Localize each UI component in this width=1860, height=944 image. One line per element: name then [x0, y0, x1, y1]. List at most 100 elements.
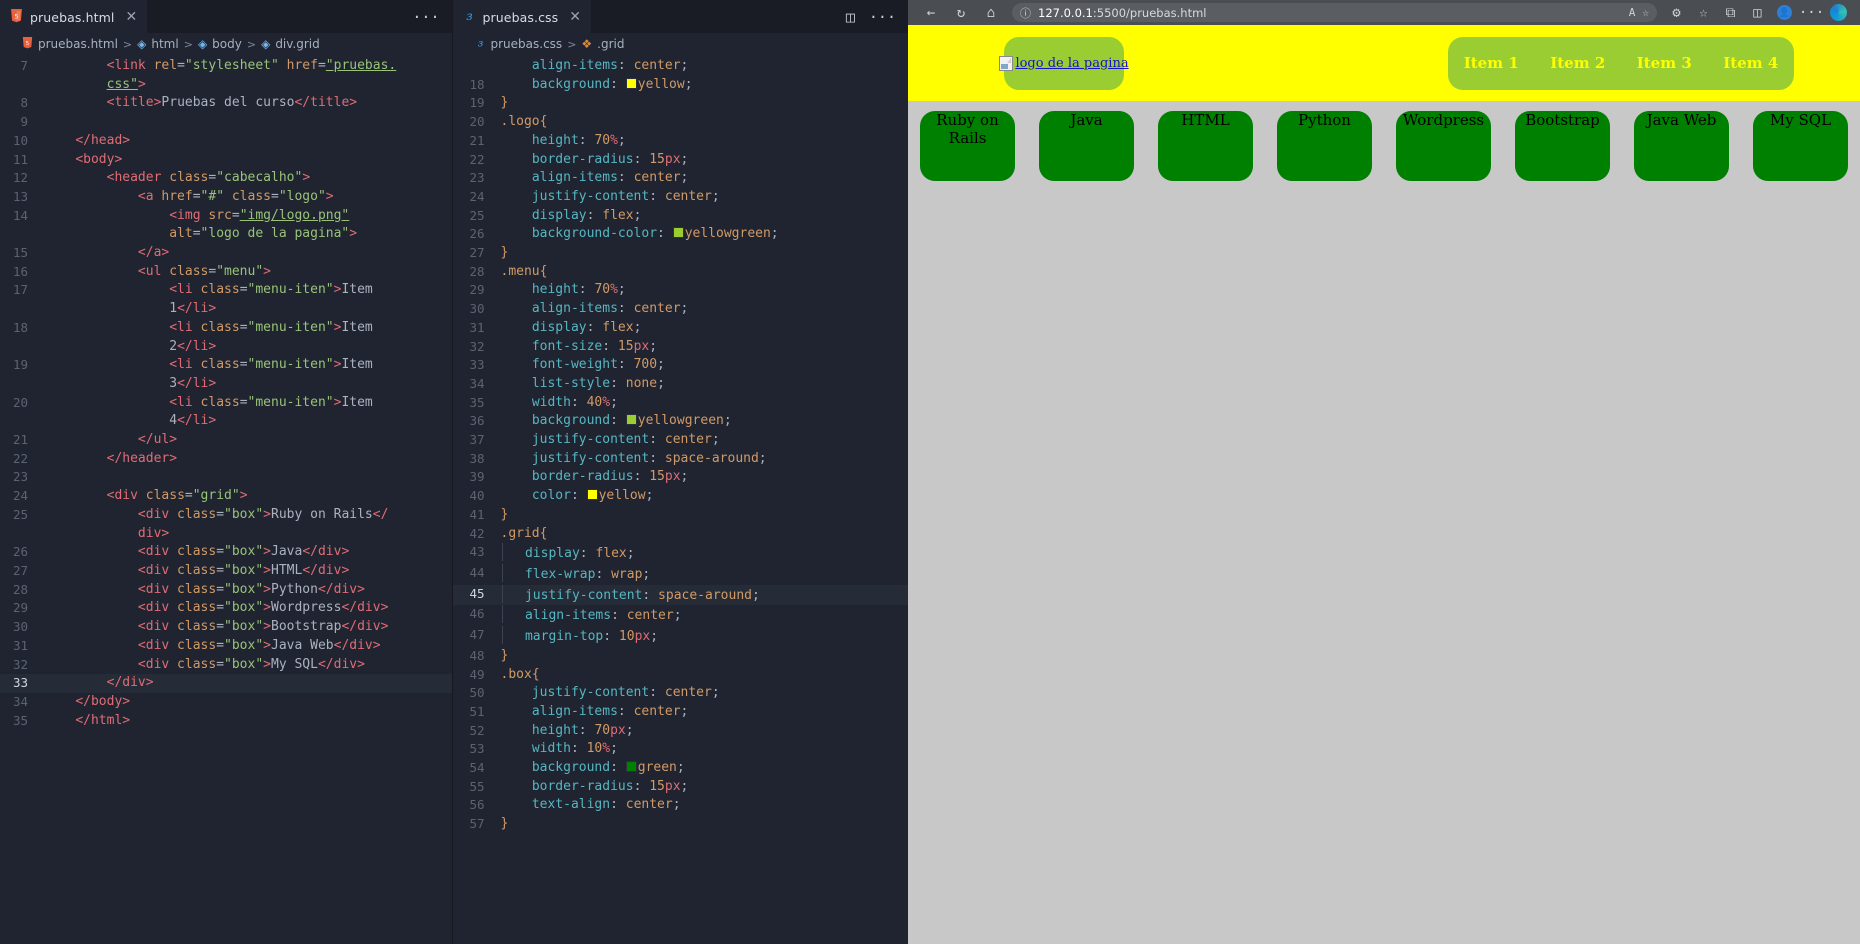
code-line[interactable]: 23 [0, 468, 452, 487]
code-line[interactable]: 32 <div class="box">My SQL</div> [0, 656, 452, 675]
code-line[interactable]: 26 background-color: yellowgreen; [453, 225, 909, 244]
code-line[interactable]: 23 align-items: center; [453, 169, 909, 188]
refresh-button[interactable]: ↻ [946, 2, 976, 24]
code-line[interactable]: 47 margin-top: 10px; [453, 626, 909, 647]
address-bar[interactable]: ⓘ 127.0.0.1:5500/pruebas.html A ☆ [1012, 3, 1657, 22]
code-line[interactable]: 33 </div> [0, 674, 452, 693]
code-line[interactable]: alt="logo de la pagina"> [0, 225, 452, 244]
code-line[interactable]: 7 <link rel="stylesheet" href="pruebas. [0, 57, 452, 76]
code-line[interactable]: 35 width: 40%; [453, 394, 909, 413]
code-line[interactable]: 43 display: flex; [453, 543, 909, 564]
split-screen-icon[interactable]: ◫ [1744, 2, 1771, 24]
code-line[interactable]: 3</li> [0, 375, 452, 394]
code-area-html[interactable]: 7 <link rel="stylesheet" href="pruebas. … [0, 55, 452, 944]
code-line[interactable]: 42 .grid{ [453, 525, 909, 544]
code-line[interactable]: 50 justify-content: center; [453, 684, 909, 703]
code-line[interactable]: 48} [453, 647, 909, 666]
code-line[interactable]: 38 justify-content: space-around; [453, 450, 909, 469]
tab-pruebas-css[interactable]: з pruebas.css ✕ [452, 0, 591, 33]
code-line[interactable]: 9 [0, 113, 452, 132]
breadcrumb-item-3[interactable]: div.grid [275, 37, 319, 51]
code-line[interactable]: 54 background: green; [453, 759, 909, 778]
code-line[interactable]: 53 width: 10%; [453, 740, 909, 759]
code-line[interactable]: 37 justify-content: center; [453, 431, 909, 450]
code-line[interactable]: 22 </header> [0, 450, 452, 469]
code-line[interactable]: 27} [453, 244, 909, 263]
code-line[interactable]: 22 border-radius: 15px; [453, 151, 909, 170]
tab-pruebas-html[interactable]: 5 pruebas.html ✕ [0, 0, 148, 33]
code-line[interactable]: 57} [453, 815, 909, 834]
settings-and-more-icon[interactable]: ··· [1798, 2, 1825, 24]
code-line[interactable]: 51 align-items: center; [453, 703, 909, 722]
code-line[interactable]: 24 justify-content: center; [453, 188, 909, 207]
code-line[interactable]: 45 justify-content: space-around; [452, 584, 908, 606]
favorite-star-icon[interactable]: ☆ [1642, 6, 1649, 19]
code-line[interactable]: 17 <li class="menu-iten">Item [0, 281, 452, 300]
code-line[interactable]: div> [0, 525, 452, 544]
code-line[interactable]: 20 <li class="menu-iten">Item [0, 394, 452, 413]
code-line[interactable]: 20 .logo{ [453, 113, 909, 132]
read-aloud-icon[interactable]: A [1629, 6, 1636, 19]
code-line[interactable]: 2</li> [0, 338, 452, 357]
code-line[interactable]: 26 <div class="box">Java</div> [0, 543, 452, 562]
code-area-css[interactable]: align-items: center; 18 background: yello… [452, 55, 909, 944]
nav-menu-item-2[interactable]: Item 2 [1550, 54, 1605, 72]
split-editor-icon[interactable]: ◫ [846, 8, 855, 26]
code-line[interactable]: 27 <div class="box">HTML</div> [0, 562, 452, 581]
code-line[interactable]: 34 </body> [0, 693, 452, 712]
code-line[interactable]: 19 <li class="menu-iten">Item [0, 356, 452, 375]
code-line[interactable]: 55 border-radius: 15px; [453, 778, 909, 797]
code-line[interactable]: 39 border-radius: 15px; [453, 468, 909, 487]
code-line[interactable]: 13 <a href="#" class="logo"> [0, 188, 452, 207]
code-line[interactable]: 24 <div class="grid"> [0, 487, 452, 506]
site-info-icon[interactable]: ⓘ [1020, 5, 1031, 21]
code-line[interactable]: 33 font-weight: 700; [453, 356, 909, 375]
code-line[interactable]: 25 <div class="box">Ruby on Rails</ [0, 506, 452, 525]
copilot-icon[interactable] [1825, 2, 1852, 24]
code-line[interactable]: 49 .box{ [453, 666, 909, 685]
code-line[interactable]: 15 </a> [0, 244, 452, 263]
code-line[interactable]: 36 background: yellowgreen; [453, 412, 909, 431]
code-line[interactable]: 40 color: yellow; [453, 487, 909, 506]
favorites-icon[interactable]: ☆ [1690, 2, 1717, 24]
code-line[interactable]: 18 <li class="menu-iten">Item [0, 319, 452, 338]
nav-menu-item-1[interactable]: Item 1 [1464, 54, 1519, 72]
code-line[interactable]: 30 align-items: center; [453, 300, 909, 319]
code-line[interactable]: 14 <img src="img/logo.png" [0, 207, 452, 226]
close-icon[interactable]: ✕ [125, 10, 137, 24]
logo-link[interactable]: logo de la pagina [999, 36, 1129, 90]
breadcrumb-item-2[interactable]: body [212, 37, 242, 51]
breadcrumb-item-1[interactable]: .grid [597, 37, 624, 51]
back-button[interactable]: ← [916, 2, 946, 24]
code-line[interactable]: 56 text-align: center; [453, 796, 909, 815]
code-line[interactable]: 32 font-size: 15px; [453, 338, 909, 357]
code-line[interactable]: 25 display: flex; [453, 207, 909, 226]
browser-essentials-icon[interactable]: ⚙ [1663, 2, 1690, 24]
code-line[interactable]: 18 background: yellow; [453, 76, 909, 95]
code-line[interactable]: align-items: center; [453, 57, 909, 76]
nav-menu-item-4[interactable]: Item 4 [1723, 54, 1778, 72]
code-line[interactable]: 8 <title>Pruebas del curso</title> [0, 94, 452, 113]
profile-avatar[interactable]: 👤 [1771, 2, 1798, 24]
code-line[interactable]: 30 <div class="box">Bootstrap</div> [0, 618, 452, 637]
breadcrumb-item-1[interactable]: html [151, 37, 178, 51]
code-line[interactable]: 44 flex-wrap: wrap; [453, 563, 909, 585]
collections-icon[interactable]: ⧉ [1717, 2, 1744, 24]
code-line[interactable]: 1</li> [0, 300, 452, 319]
code-line[interactable]: 41} [453, 506, 909, 525]
breadcrumb-item-0[interactable]: pruebas.css [491, 37, 563, 51]
code-line[interactable]: 16 <ul class="menu"> [0, 263, 452, 282]
code-line[interactable]: 29 <div class="box">Wordpress</div> [0, 599, 452, 618]
home-button[interactable]: ⌂ [976, 2, 1006, 24]
code-line[interactable]: 4</li> [0, 412, 452, 431]
breadcrumb-item-0[interactable]: pruebas.html [38, 37, 118, 51]
nav-menu-item-3[interactable]: Item 3 [1637, 54, 1692, 72]
code-line[interactable]: 35 </html> [0, 712, 452, 731]
code-line[interactable]: 12 <header class="cabecalho"> [0, 169, 452, 188]
code-line[interactable]: 34 list-style: none; [453, 375, 909, 394]
more-actions-icon[interactable]: ··· [869, 8, 896, 26]
code-line[interactable]: 19} [453, 94, 909, 113]
code-line[interactable]: 46 align-items: center; [453, 605, 909, 626]
code-line[interactable]: 29 height: 70%; [453, 281, 909, 300]
code-line[interactable]: 28 <div class="box">Python</div> [0, 581, 452, 600]
